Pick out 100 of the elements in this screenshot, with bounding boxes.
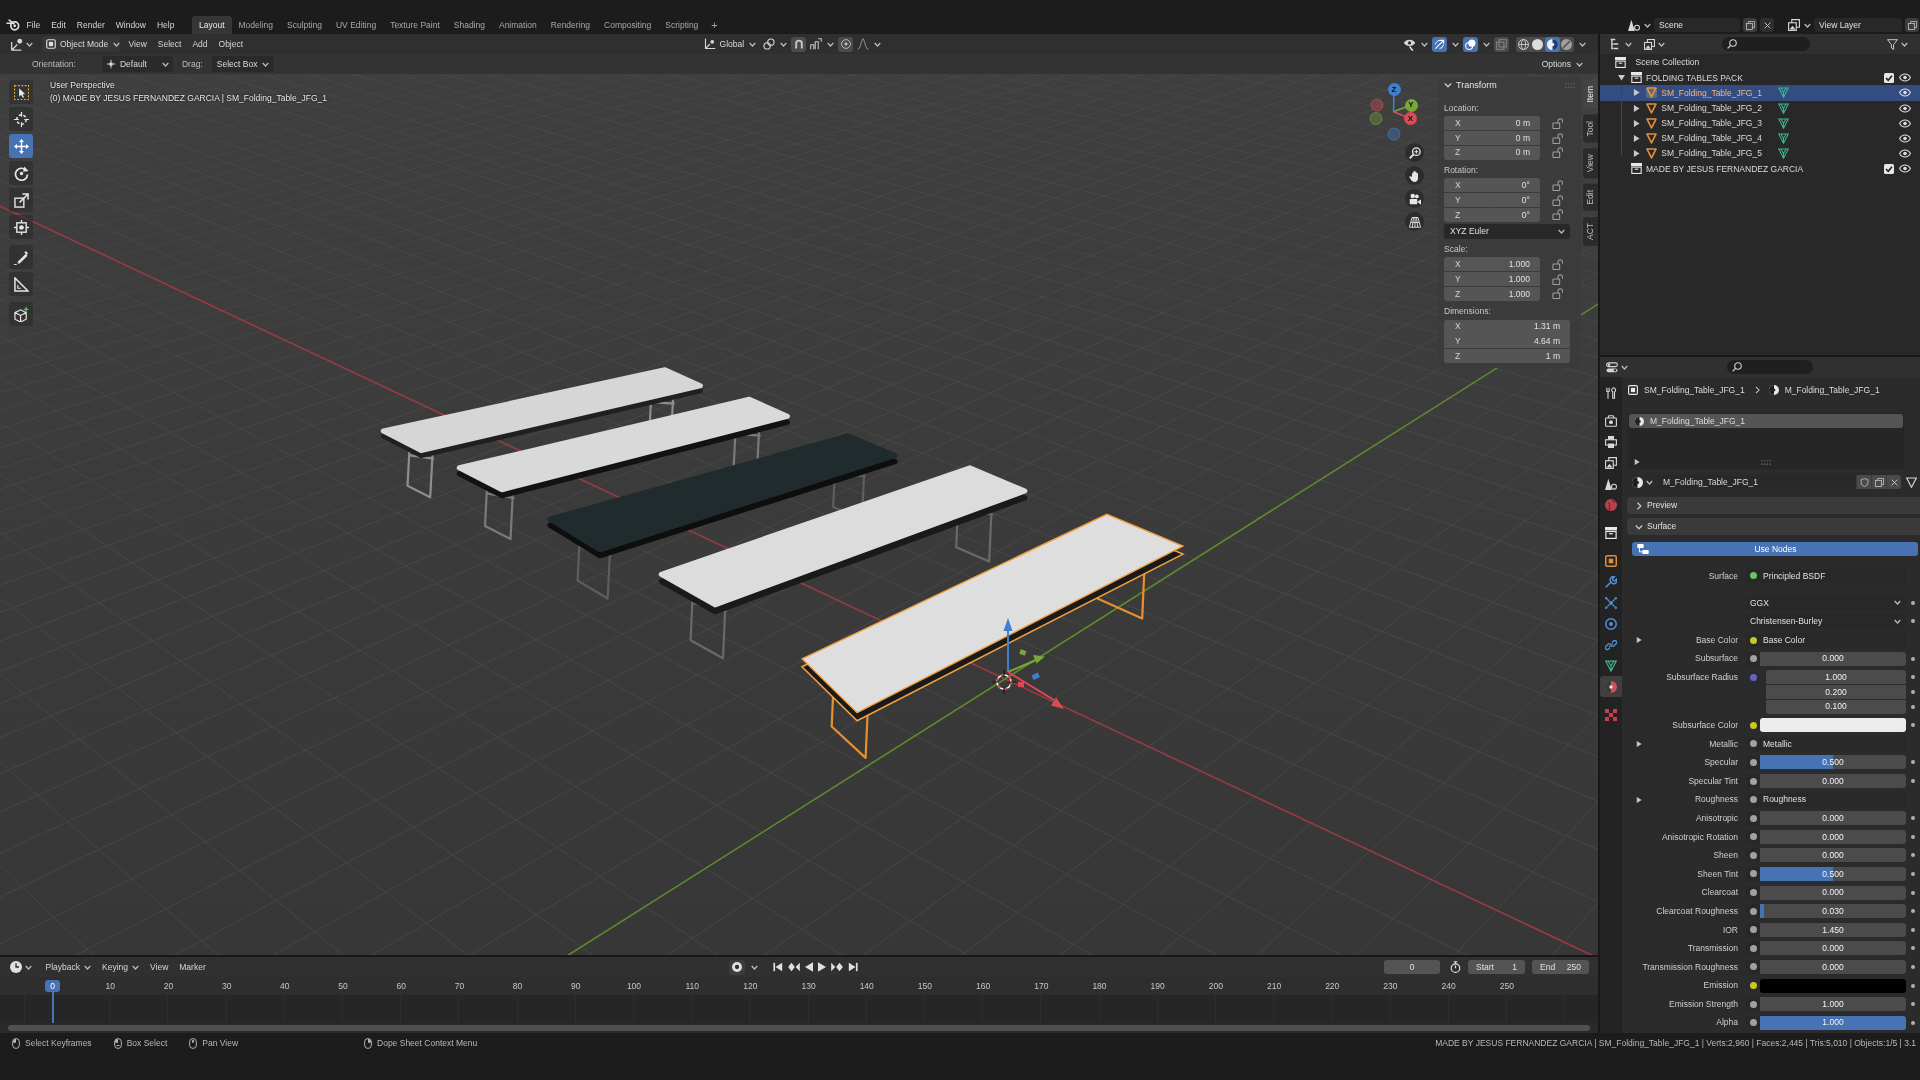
keyframe-dot-icon[interactable] [1911, 760, 1915, 765]
outliner-row[interactable]: SM_Folding_Table_JFG_2 [1600, 100, 1920, 116]
end-frame-field[interactable]: End 250 [1532, 960, 1589, 974]
previous-keyframe-icon[interactable] [788, 962, 801, 972]
expand-arrow-icon[interactable] [1633, 150, 1641, 158]
use-nodes-button[interactable]: Use Nodes [1632, 542, 1918, 556]
workspace-tab[interactable]: Scripting [658, 16, 706, 34]
padlock-icon[interactable] [1552, 209, 1564, 221]
slider-field[interactable]: 0.000 [1760, 959, 1906, 974]
scene-field[interactable]: Scene [1654, 18, 1740, 32]
outliner-row[interactable]: SM_Folding_Table_JFG_1 [1600, 85, 1920, 101]
next-keyframe-icon[interactable] [831, 962, 844, 972]
number-field[interactable]: 1.000 [1760, 997, 1906, 1012]
panel-header[interactable]: Preview [1627, 497, 1920, 514]
keyframe-dot-icon[interactable] [1911, 704, 1915, 709]
shading-button[interactable] [1559, 36, 1574, 52]
workspace-tab[interactable]: Sculpting [280, 16, 329, 34]
outliner-row[interactable]: MADE BY JESUS FERNANDEZ GARCIA [1600, 161, 1920, 177]
menu-item[interactable]: Window [110, 16, 152, 34]
current-frame-field[interactable]: 0 [1384, 960, 1440, 974]
menu-item[interactable]: Playback [40, 958, 97, 976]
slider-field[interactable]: 0.500 [1760, 755, 1906, 770]
unlink-button[interactable] [1886, 475, 1901, 489]
eye-icon[interactable] [1899, 73, 1911, 83]
padlock-icon[interactable] [1552, 258, 1564, 270]
menu-item[interactable]: View [144, 958, 174, 976]
color-swatch[interactable] [1760, 978, 1906, 993]
overlays-toggle[interactable] [1463, 36, 1478, 52]
caret-icon[interactable] [1579, 41, 1586, 47]
keyframe-dot-icon[interactable] [1911, 964, 1915, 969]
padlock-icon[interactable] [1552, 132, 1564, 144]
checkbox[interactable] [1884, 163, 1894, 174]
slider-field[interactable]: 0.000 [1760, 941, 1906, 956]
keyframe-dot-icon[interactable] [1911, 1002, 1915, 1007]
eye-icon[interactable] [1899, 149, 1911, 159]
keyframe-dot-icon[interactable] [1911, 890, 1915, 895]
eye-icon[interactable] [1899, 88, 1911, 98]
eye-icon[interactable] [1899, 134, 1911, 144]
number-field[interactable]: X 0 m [1444, 116, 1540, 131]
material-browse-button[interactable] [1630, 474, 1655, 490]
padlock-icon[interactable] [1552, 147, 1564, 159]
stopwatch-icon[interactable] [1450, 961, 1461, 973]
number-field[interactable]: Z 1 m [1444, 348, 1570, 363]
keyframe-dot-icon[interactable] [1911, 600, 1915, 605]
editor-type-button[interactable] [1608, 36, 1634, 52]
slider-field[interactable]: 0.030 [1760, 904, 1906, 919]
keyframe-dot-icon[interactable] [1911, 816, 1915, 821]
sidebar-tab[interactable]: Edit [1583, 184, 1598, 212]
slider-field[interactable]: 0.500 [1760, 867, 1906, 881]
menu-item[interactable]: File [21, 16, 46, 34]
expand-arrow-icon[interactable] [1636, 637, 1642, 644]
number-field[interactable]: X 0° [1444, 178, 1540, 193]
editor-type-button[interactable] [8, 959, 34, 975]
keyframe-dot-icon[interactable] [1911, 834, 1915, 839]
caret-icon[interactable] [1452, 41, 1459, 47]
panel-header[interactable]: Surface [1627, 518, 1920, 535]
workspace-tab[interactable]: Animation [491, 16, 544, 34]
tool-button[interactable] [9, 272, 33, 296]
start-frame-field[interactable]: Start 1 [1468, 960, 1525, 974]
number-field[interactable]: 1.000 [1766, 670, 1906, 685]
number-field[interactable]: 0.200 [1766, 684, 1906, 699]
caret-icon[interactable] [1804, 22, 1811, 28]
dropdown[interactable]: GGX [1746, 595, 1906, 610]
filter-button[interactable] [1885, 36, 1910, 52]
menu-item[interactable]: Add [186, 35, 214, 53]
auto-keying-button[interactable] [729, 959, 746, 975]
expand-arrow-icon[interactable] [1636, 796, 1642, 803]
caret-icon[interactable] [1421, 41, 1428, 47]
drag-handle-icon[interactable] [1565, 82, 1575, 88]
number-field[interactable]: X 1.31 m [1444, 319, 1570, 334]
xray-toggle[interactable] [1494, 36, 1509, 52]
jump-start-icon[interactable] [773, 962, 784, 972]
new-view-layer-button[interactable] [1905, 18, 1919, 32]
gizmo-toggle[interactable] [1432, 36, 1447, 52]
slider-field[interactable]: 0.000 [1760, 651, 1906, 666]
expand-arrow-icon[interactable] [1633, 104, 1641, 112]
keyframe-dot-icon[interactable] [1911, 983, 1915, 988]
add-tab-button[interactable]: + [705, 16, 724, 34]
padlock-icon[interactable] [1552, 288, 1564, 300]
padlock-icon[interactable] [1552, 179, 1564, 191]
jump-end-icon[interactable] [848, 962, 859, 972]
remove-scene-button[interactable] [1760, 18, 1774, 32]
slider-field[interactable]: 0.000 [1760, 848, 1906, 863]
chain-icon[interactable] [763, 38, 776, 50]
image-stack-icon[interactable] [1788, 19, 1800, 31]
mesh-triangle-icon[interactable] [1777, 148, 1789, 160]
menu-item[interactable]: Keying [96, 958, 145, 976]
orientation-dropdown[interactable]: Global [700, 36, 760, 52]
number-field[interactable]: Z 1.000 [1444, 286, 1540, 301]
workspace-tab[interactable]: Rendering [543, 16, 597, 34]
menu-item[interactable]: View [123, 35, 153, 53]
sidebar-tab[interactable]: ACT [1583, 217, 1598, 247]
mesh-triangle-icon[interactable] [1777, 87, 1789, 99]
display-mode-button[interactable] [1642, 36, 1667, 52]
number-field[interactable]: Y 4.64 m [1444, 334, 1570, 349]
duplicate-button[interactable] [1871, 475, 1886, 489]
sidebar-tab[interactable]: View [1583, 148, 1598, 179]
expand-arrow-icon[interactable] [1618, 74, 1625, 82]
outliner-row[interactable]: SM_Folding_Table_JFG_4 [1600, 130, 1920, 147]
number-field[interactable]: Y 0 m [1444, 131, 1540, 146]
